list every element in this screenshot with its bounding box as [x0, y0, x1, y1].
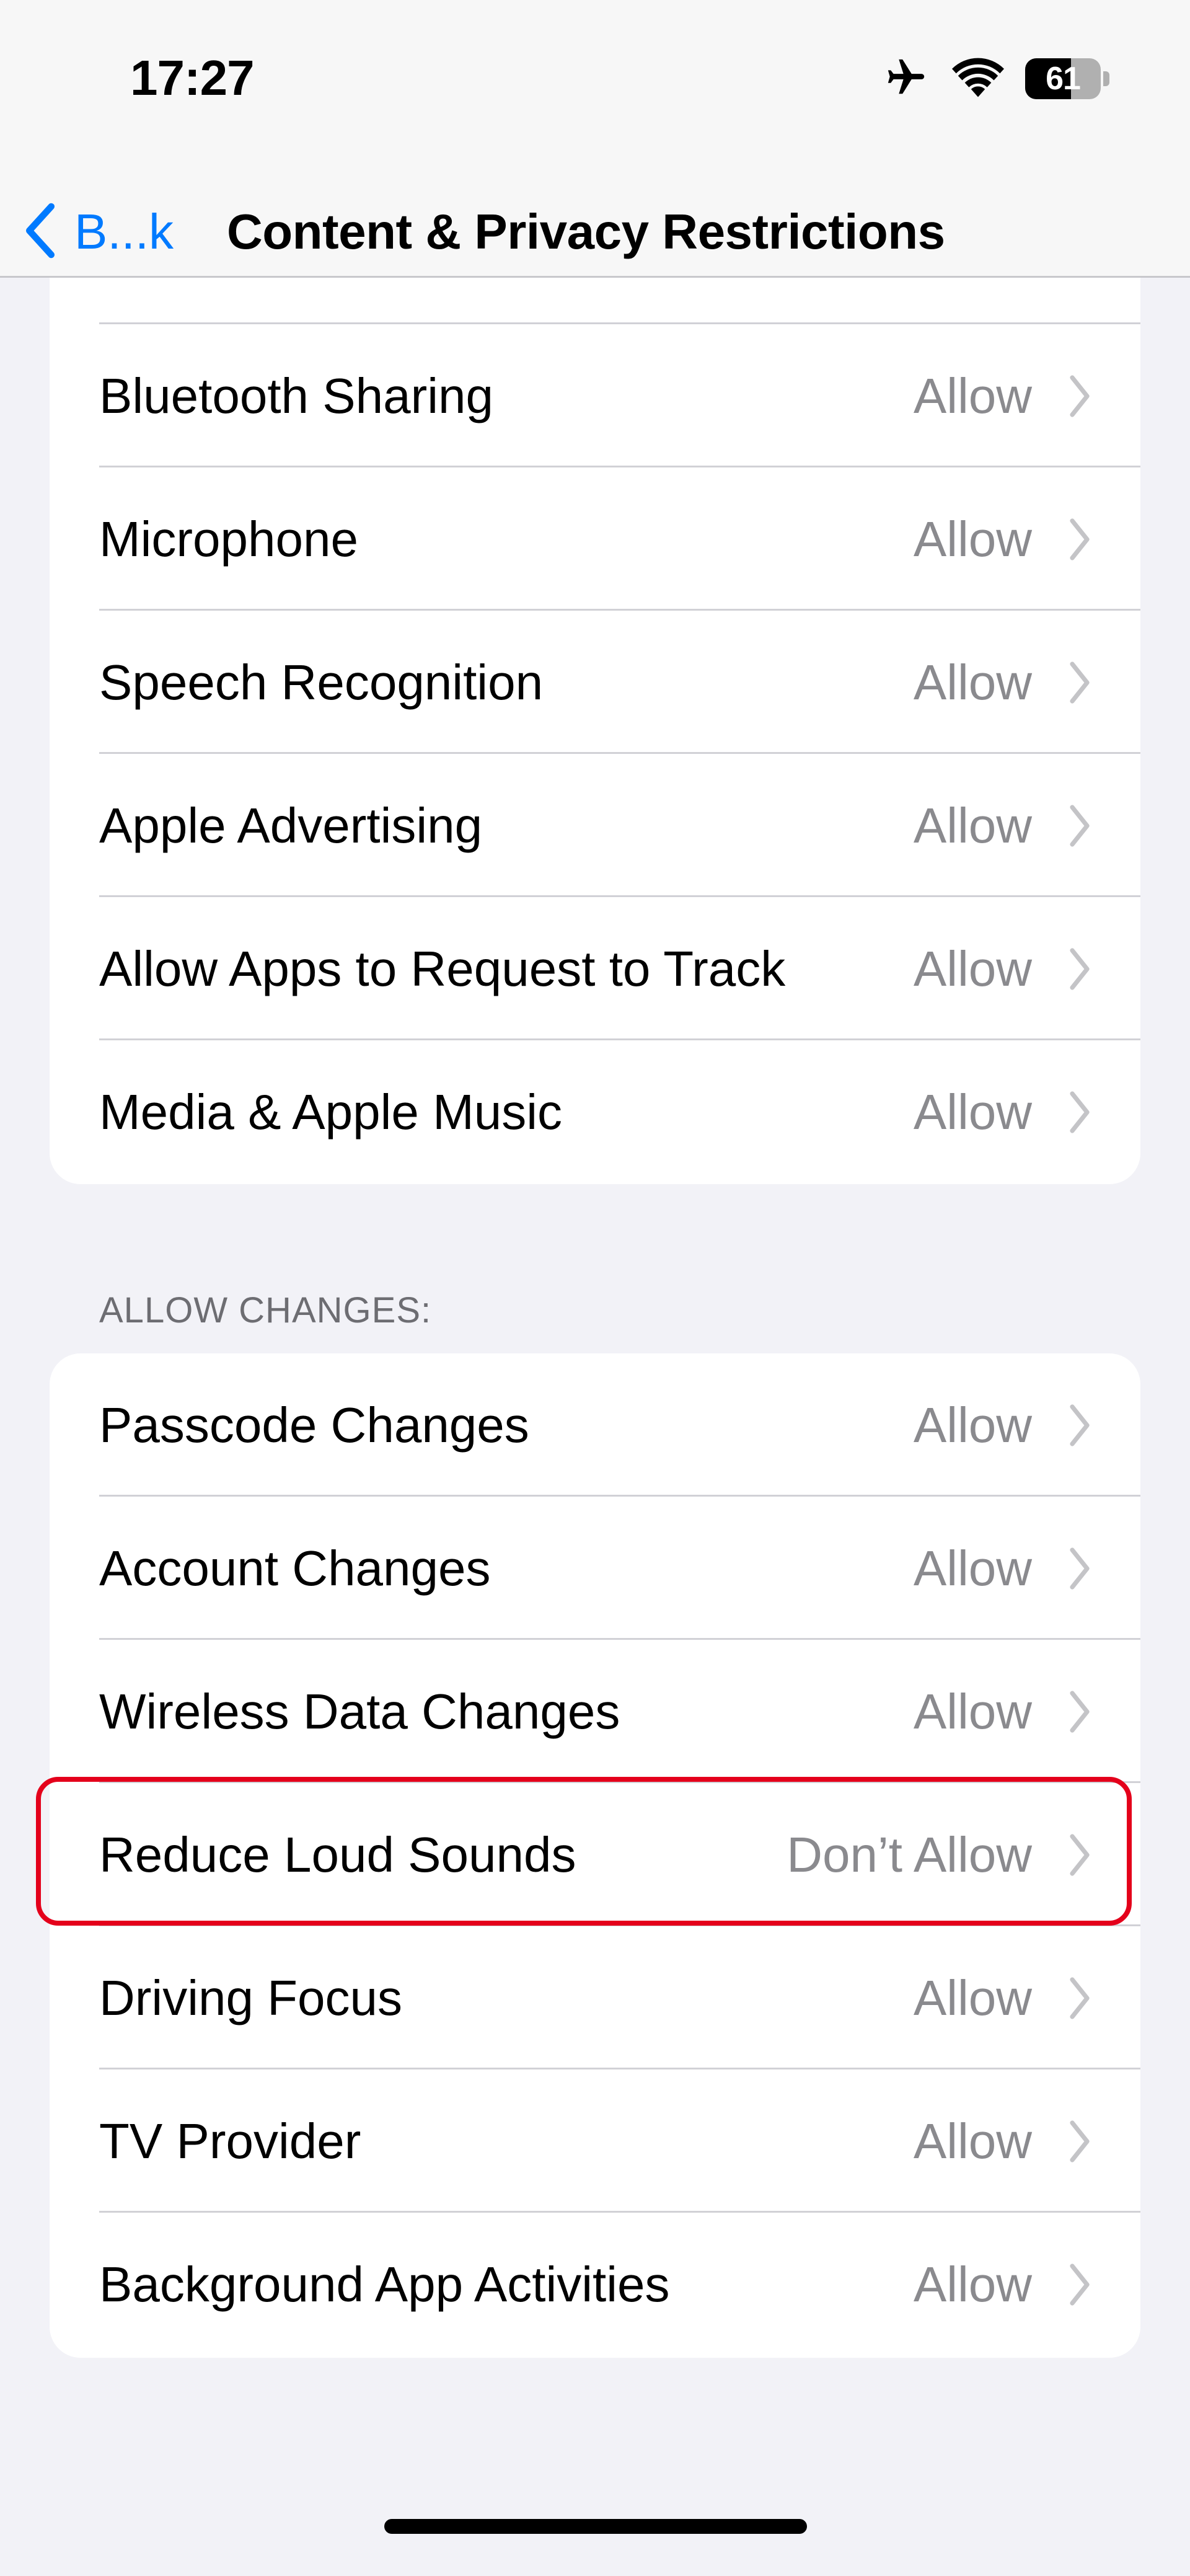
battery-tip: [1103, 71, 1109, 86]
list-item[interactable]: Speech Recognition Allow: [50, 611, 1140, 754]
chevron-right-icon: [1069, 517, 1091, 565]
privacy-settings-group: Bluetooth Sharing Allow Microphone Allow…: [50, 186, 1140, 1184]
list-item[interactable]: Account Changes Allow: [50, 1497, 1140, 1640]
row-label: Reduce Loud Sounds: [99, 1826, 576, 1882]
row-label: Driving Focus: [99, 1970, 403, 2025]
home-indicator[interactable]: [384, 2519, 807, 2534]
wifi-icon: [952, 58, 1004, 100]
chevron-right-icon: [1069, 660, 1091, 708]
list-item[interactable]: Apple Advertising Allow: [50, 754, 1140, 897]
row-value: Allow: [913, 797, 1032, 853]
row-label: Background App Activities: [99, 2256, 670, 2312]
allow-changes-group: Passcode Changes Allow Account Changes A…: [50, 1353, 1140, 2358]
page-title: Content & Privacy Restrictions: [227, 204, 945, 259]
row-label: Media & Apple Music: [99, 1084, 563, 1140]
row-value: Allow: [913, 1084, 1032, 1140]
chevron-right-icon: [1069, 2262, 1091, 2310]
row-label: Speech Recognition: [99, 654, 544, 710]
status-bar: 17:27 61: [0, 0, 1190, 186]
list-item[interactable]: Media & Apple Music Allow: [50, 1040, 1140, 1184]
row-label: Microphone: [99, 511, 359, 567]
list-item[interactable]: Background App Activities Allow: [50, 2213, 1140, 2356]
row-label: Bluetooth Sharing: [99, 368, 494, 423]
row-value: Allow: [913, 2256, 1032, 2312]
row-label: Passcode Changes: [99, 1397, 529, 1453]
airplane-icon: [881, 56, 931, 102]
navigation-bar: B...k Content & Privacy Restrictions: [0, 186, 1190, 278]
row-value: Allow: [913, 1683, 1032, 1739]
row-label: Apple Advertising: [99, 797, 483, 853]
row-value: Allow: [913, 1540, 1032, 1596]
list-item-reduce-loud-sounds[interactable]: Reduce Loud Sounds Don’t Allow: [50, 1783, 1140, 1926]
list-item[interactable]: TV Provider Allow: [50, 2069, 1140, 2213]
chevron-left-icon: [25, 202, 56, 262]
chevron-right-icon: [1069, 1689, 1091, 1737]
chevron-right-icon: [1069, 1833, 1091, 1880]
list-item[interactable]: Driving Focus Allow: [50, 1926, 1140, 2069]
battery-icon: 61: [1025, 58, 1101, 99]
battery-percent: 61: [1046, 61, 1081, 97]
row-value: Allow: [913, 1397, 1032, 1453]
back-label: B...k: [74, 204, 174, 259]
row-value: Allow: [913, 941, 1032, 996]
chevron-right-icon: [1069, 803, 1091, 851]
row-value: Allow: [913, 368, 1032, 423]
list-item[interactable]: Wireless Data Changes Allow: [50, 1640, 1140, 1783]
back-button[interactable]: B...k: [25, 186, 174, 278]
row-label: Wireless Data Changes: [99, 1683, 620, 1739]
row-value: Allow: [913, 511, 1032, 567]
chevron-right-icon: [1069, 374, 1091, 422]
row-value: Allow: [913, 1970, 1032, 2025]
row-label: Allow Apps to Request to Track: [99, 941, 786, 996]
list-item[interactable]: Microphone Allow: [50, 467, 1140, 611]
row-label: Account Changes: [99, 1540, 491, 1596]
chevron-right-icon: [1069, 947, 1091, 994]
row-value: Allow: [913, 654, 1032, 710]
row-value: Allow: [913, 2113, 1032, 2169]
list-item[interactable]: Passcode Changes Allow: [50, 1353, 1140, 1497]
row-label: TV Provider: [99, 2113, 361, 2169]
chevron-right-icon: [1069, 1090, 1091, 1138]
chevron-right-icon: [1069, 1403, 1091, 1451]
section-header-allow-changes: ALLOW CHANGES:: [99, 1290, 432, 1330]
list-item[interactable]: Bluetooth Sharing Allow: [50, 324, 1140, 467]
status-icons: 61: [881, 57, 1109, 100]
list-item[interactable]: Allow Apps to Request to Track Allow: [50, 897, 1140, 1040]
row-value: Don’t Allow: [787, 1826, 1032, 1882]
chevron-right-icon: [1069, 1546, 1091, 1594]
status-time: 17:27: [130, 50, 255, 105]
chevron-right-icon: [1069, 1976, 1091, 2024]
chevron-right-icon: [1069, 2119, 1091, 2167]
